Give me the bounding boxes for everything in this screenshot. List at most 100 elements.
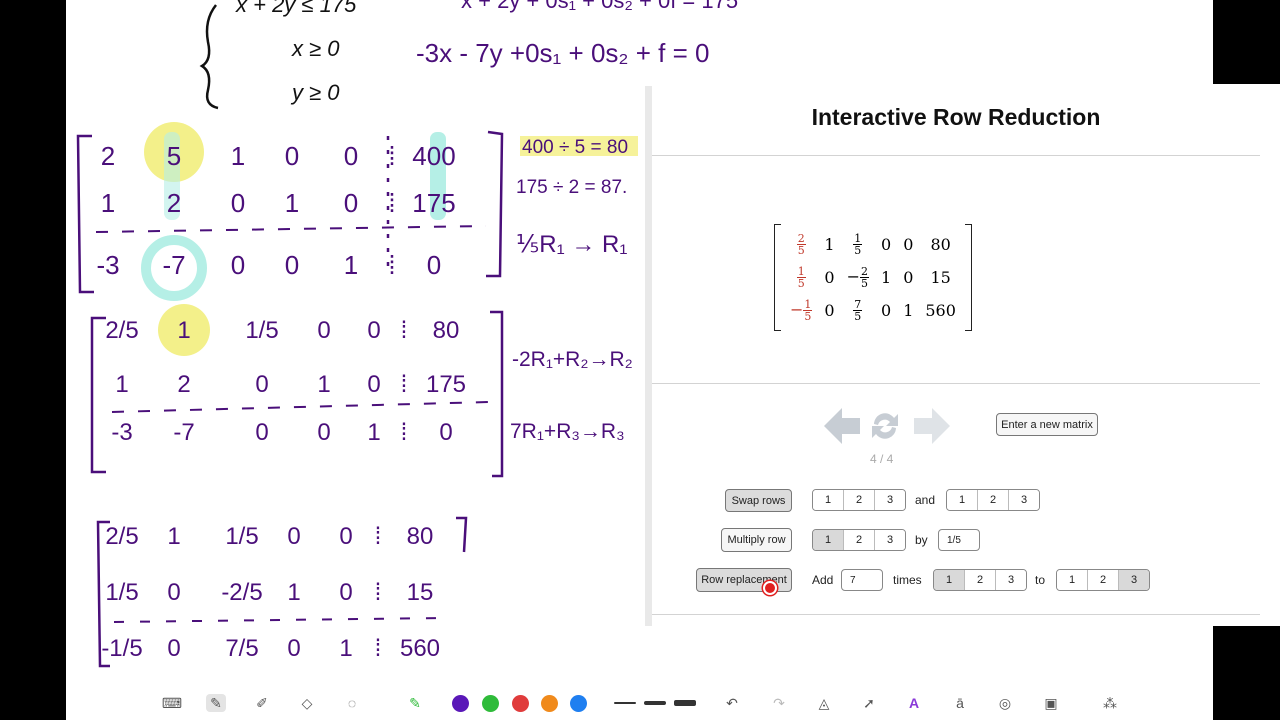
handwritten-entry: -1/5 (101, 635, 142, 662)
handwritten-entry: 80 (433, 317, 460, 344)
handwritten-entry: 5 (167, 141, 181, 171)
objective-equation: -3x - 7y +0s₁ + 0s₂ + f = 0 (416, 38, 709, 68)
color-purple[interactable] (452, 695, 469, 712)
source-row-3[interactable]: 3 (996, 570, 1026, 590)
stroke-thick[interactable] (674, 700, 696, 706)
multiply-factor-input[interactable]: 1/5 (938, 529, 980, 551)
swap-a-row-2[interactable]: 2 (844, 490, 875, 510)
text-style-icon[interactable]: A (904, 694, 924, 712)
handwritten-entry: 400 (412, 141, 455, 171)
lasso-icon[interactable]: ◌ (342, 694, 362, 712)
cut-off-equation: x + 2y + 0s₁ + 0s₂ + 0f = 175 (461, 0, 738, 13)
handwritten-entry: 1 (339, 635, 352, 662)
marker-icon[interactable]: ✎ (405, 694, 425, 712)
handwritten-entry: 1 (115, 371, 128, 398)
target-row-1[interactable]: 1 (1057, 570, 1088, 590)
swap-b-row-2[interactable]: 2 (978, 490, 1009, 510)
color-green[interactable] (482, 695, 499, 712)
row-replacement-button[interactable]: Row replacement (696, 568, 792, 592)
back-arrow-icon[interactable] (822, 406, 862, 446)
panel-title: Interactive Row Reduction (811, 104, 1101, 130)
handwritten-entry: 0 (167, 635, 180, 662)
pointer-icon[interactable]: ➚ (859, 694, 879, 712)
forward-arrow-icon[interactable] (912, 406, 952, 446)
matrix-cell: 0 (881, 235, 892, 254)
multiply-row-2[interactable]: 2 (844, 530, 875, 550)
augment-bar: ⁞ (401, 317, 408, 344)
redo-icon[interactable]: ↷ (769, 694, 789, 712)
handwritten-entry: -7 (173, 419, 194, 446)
swap-b-row-1[interactable]: 1 (947, 490, 978, 510)
source-row-2[interactable]: 2 (965, 570, 996, 590)
multiply-row-3[interactable]: 3 (875, 530, 905, 550)
source-row-1[interactable]: 1 (934, 570, 965, 590)
matrix-cell: 1 (824, 235, 835, 254)
swap-b-row-3[interactable]: 3 (1009, 490, 1039, 510)
controls-divider (652, 383, 1260, 384)
matrix-cell: 0 (881, 301, 892, 320)
multiply-row-button[interactable]: Multiply row (721, 528, 792, 552)
swap-a-row-3[interactable]: 3 (875, 490, 905, 510)
replacement-factor-input[interactable]: 7 (841, 569, 883, 591)
handwritten-entry: 80 (407, 523, 434, 550)
handwritten-entry: 560 (400, 635, 440, 662)
multiply-row-1[interactable]: 1 (813, 530, 844, 550)
matrix-cell: 0 (903, 268, 914, 287)
color-blue[interactable] (570, 695, 587, 712)
undo-icon[interactable]: ↶ (722, 694, 742, 712)
swap-row-a-selector[interactable]: 1 2 3 (812, 489, 906, 511)
handwritten-entry: 2/5 (105, 317, 138, 344)
handwritten-entry: 0 (339, 523, 352, 550)
to-label: to (1035, 573, 1046, 587)
stroke-thin[interactable] (614, 702, 636, 704)
drawing-toolbar: ⌨ ✎ ✐ ◇ ◌ ✎ ↶ ↷ ◬ ➚ A ā ◎ ▣ ⁂ (66, 686, 1213, 720)
handwritten-entry: 2 (101, 141, 115, 171)
text-box-icon[interactable]: ā (950, 694, 970, 712)
handwritten-entry: 2 (177, 371, 190, 398)
handwritten-entry: 1 (317, 371, 330, 398)
augment-bar: ⁞ (388, 250, 395, 280)
replacement-target-row-selector[interactable]: 1 2 3 (1056, 569, 1150, 591)
matrix-3: 2/5 1 1/5 0 0 80 ⁞ 1/5 0 -2/5 1 0 15 ⁞ -1/5 0 7/5 0 1 560 ⁞ (101, 523, 440, 662)
highlighter-icon[interactable]: ✐ (252, 694, 272, 712)
image-icon[interactable]: ▣ (1041, 694, 1061, 712)
handwritten-entry: 0 (231, 188, 245, 218)
handwritten-entry: 1/5 (105, 579, 138, 606)
operation-note-1: ⅕R₁ → R₁ (516, 231, 627, 258)
handwritten-entry: 1 (285, 188, 299, 218)
swap-row-b-selector[interactable]: 1 2 3 (946, 489, 1040, 511)
matrix-cell: 560 (925, 301, 956, 320)
operation-note-3: 7R₁+R₃→R₃ (510, 420, 625, 443)
matrix-cell: 1 (881, 268, 892, 287)
shape-icon[interactable]: ◬ (814, 694, 834, 712)
system-brace (199, 4, 219, 110)
target-row-2[interactable]: 2 (1088, 570, 1119, 590)
target-row-3[interactable]: 3 (1119, 570, 1149, 590)
color-red[interactable] (512, 695, 529, 712)
augment-bar: ⁞ (388, 188, 395, 218)
pen-icon[interactable]: ✎ (206, 694, 226, 712)
new-matrix-button[interactable]: Enter a new matrix (996, 413, 1098, 436)
matrix-row: −1 5 0 7 5 0 1 560 (784, 294, 962, 327)
replacement-source-row-selector[interactable]: 1 2 3 (933, 569, 1027, 591)
stroke-medium[interactable] (644, 701, 666, 705)
keyboard-icon[interactable]: ⌨ (162, 694, 182, 712)
swap-a-row-1[interactable]: 1 (813, 490, 844, 510)
multiply-row-selector[interactable]: 1 2 3 (812, 529, 906, 551)
reset-icon[interactable] (868, 406, 902, 446)
bottom-divider (652, 614, 1260, 615)
swap-rows-button[interactable]: Swap rows (725, 489, 792, 512)
by-label: by (915, 533, 928, 547)
handwritten-entry: 175 (426, 371, 466, 398)
matrix-cell: 75 (853, 298, 863, 323)
handwritten-entry: 1 (101, 188, 115, 218)
color-orange[interactable] (541, 695, 558, 712)
shapes-icon[interactable]: ◎ (995, 694, 1015, 712)
and-label: and (915, 493, 936, 507)
matrix-cell: 15 (796, 265, 806, 290)
augment-bar: ⁞ (401, 419, 408, 446)
matrix-cell: 1 (903, 301, 914, 320)
more-icon[interactable]: ⁂ (1100, 694, 1120, 712)
matrix-cell: 0 (824, 301, 835, 320)
eraser-icon[interactable]: ◇ (297, 694, 317, 712)
